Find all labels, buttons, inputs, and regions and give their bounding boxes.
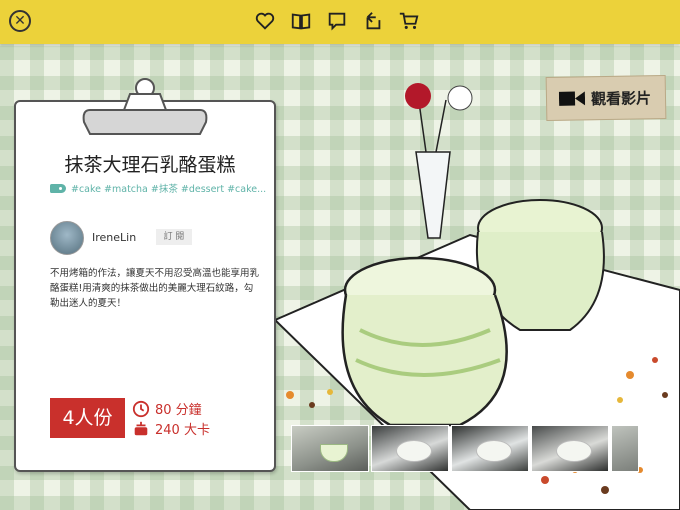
avatar[interactable]: [50, 221, 84, 255]
recipe-tags[interactable]: #cake #matcha #抹茶 #dessert #cake...: [50, 181, 266, 195]
calories: 240 大卡: [132, 419, 210, 438]
tag-icon: [50, 183, 66, 193]
step-photo[interactable]: [531, 425, 609, 472]
calories-value: 240 大卡: [155, 423, 210, 438]
step-photo[interactable]: [371, 425, 449, 472]
step-photo[interactable]: [451, 425, 529, 472]
vase-shape: [415, 151, 451, 239]
clipboard-clip: [82, 78, 208, 135]
cook-time: 80 分鐘: [132, 399, 202, 418]
clock-icon: [132, 400, 150, 417]
servings-badge: 4人份: [50, 398, 125, 438]
red-flower: [405, 83, 431, 109]
white-flower: [447, 85, 473, 111]
pot-icon: [134, 421, 148, 435]
subscribe-button[interactable]: 訂 閱: [156, 229, 192, 245]
recipe-title: 抹茶大理石乳酪蛋糕: [64, 154, 236, 176]
photo-strip: [291, 425, 639, 472]
step-photo[interactable]: [291, 425, 369, 472]
tags-text: #cake #matcha #抹茶 #dessert #cake...: [71, 184, 267, 195]
watch-video-button[interactable]: 觀看影片: [545, 74, 667, 122]
video-camera-icon: [558, 91, 586, 106]
author-name[interactable]: IreneLin: [92, 231, 136, 244]
cook-time-value: 80 分鐘: [155, 403, 202, 418]
watch-video-label: 觀看影片: [590, 88, 652, 108]
step-photo[interactable]: [611, 425, 639, 472]
recipe-description: 不用烤箱的作法，讓夏天不用忍受高溫也能享用乳酪蛋糕!用清爽的抹茶做出的美麗大理石…: [50, 268, 260, 309]
